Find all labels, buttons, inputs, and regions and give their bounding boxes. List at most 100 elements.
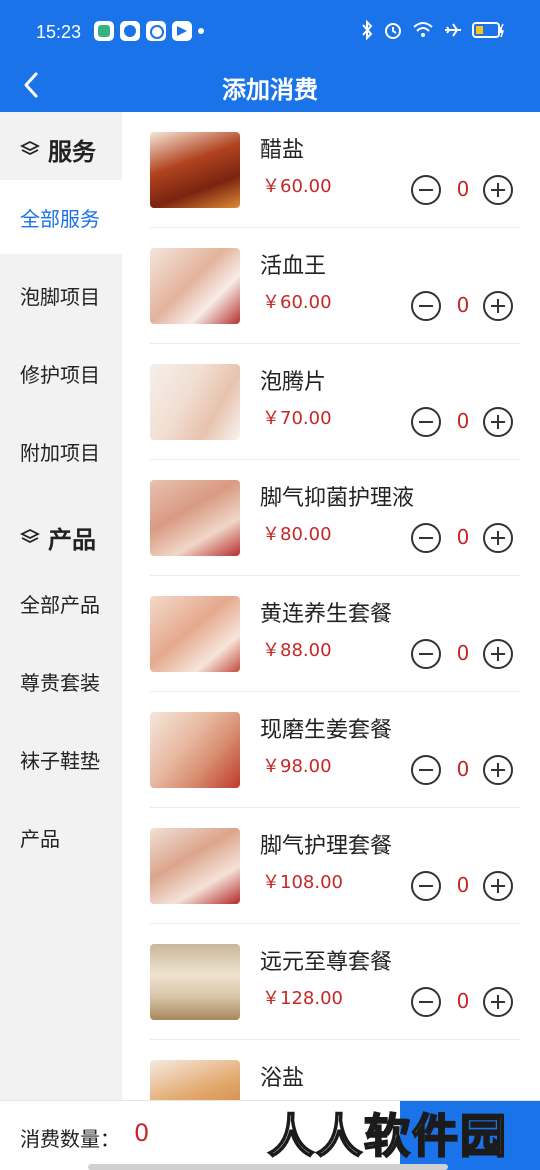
product-thumbnail: [150, 480, 240, 556]
product-price: ￥60.00: [262, 292, 332, 313]
minus-icon[interactable]: [410, 406, 442, 438]
sidebar-item-foot-soak[interactable]: 泡脚项目: [0, 258, 122, 332]
title-bar: 添加消费: [0, 64, 540, 112]
list-item: 浴盐: [122, 1040, 540, 1100]
plus-icon[interactable]: [482, 638, 514, 670]
minus-icon[interactable]: [410, 290, 442, 322]
product-price: ￥108.00: [262, 872, 343, 893]
product-list: 醋盐 ￥60.00 0 活血王 ￥60.00 0 泡腾片 ￥70.00 0 脚气…: [122, 112, 540, 1100]
plus-icon[interactable]: [482, 522, 514, 554]
quantity-stepper: 0: [410, 638, 516, 674]
minus-icon[interactable]: [410, 638, 442, 670]
product-price: ￥128.00: [262, 988, 343, 1009]
plus-icon[interactable]: [482, 174, 514, 206]
product-price: ￥98.00: [262, 756, 332, 777]
services-group-label: 服务: [48, 137, 96, 166]
product-name: 浴盐: [260, 1066, 305, 1091]
plus-icon[interactable]: [482, 754, 514, 786]
list-item: 远元至尊套餐 ￥128.00 0: [122, 924, 540, 1040]
list-item: 醋盐 ￥60.00 0: [122, 112, 540, 228]
list-item: 黄连养生套餐 ￥88.00 0: [122, 576, 540, 692]
services-group-header: 服务: [0, 112, 122, 186]
product-thumbnail: [150, 712, 240, 788]
product-name: 泡腾片: [260, 370, 327, 395]
sidebar-item-repair[interactable]: 修护项目: [0, 336, 122, 410]
bluetooth-icon: [362, 20, 373, 40]
sidebar-item-socks-insoles[interactable]: 袜子鞋垫: [0, 722, 122, 796]
list-item: 活血王 ￥60.00 0: [122, 228, 540, 344]
browser-app-icon: [120, 21, 140, 41]
product-name: 脚气护理套餐: [260, 834, 393, 859]
quantity-value: 0: [456, 757, 470, 781]
more-notifications-icon: [198, 28, 204, 34]
product-name: 现磨生姜套餐: [260, 718, 393, 743]
product-thumbnail: [150, 596, 240, 672]
home-indicator: [88, 1164, 448, 1170]
quantity-value: 0: [456, 177, 470, 201]
product-name: 醋盐: [260, 138, 305, 163]
consumption-count-label: 消费数量：: [20, 1127, 120, 1151]
quantity-value: 0: [456, 641, 470, 665]
list-item: 现磨生姜套餐 ￥98.00 0: [122, 692, 540, 808]
product-price: ￥88.00: [262, 640, 332, 661]
status-bar: 15:23: [0, 0, 540, 64]
wifi-icon: [413, 22, 433, 37]
consumption-count-value: 0: [134, 1119, 150, 1147]
quantity-stepper: 0: [410, 754, 516, 790]
quantity-stepper: 0: [410, 986, 516, 1022]
minus-icon[interactable]: [410, 870, 442, 902]
product-thumbnail: [150, 1060, 240, 1100]
list-item: 脚气护理套餐 ￥108.00 0: [122, 808, 540, 924]
minus-icon[interactable]: [410, 986, 442, 1018]
quantity-value: 0: [456, 409, 470, 433]
sidebar-item-all-services[interactable]: 全部服务: [0, 180, 122, 254]
battery-icon: [472, 22, 505, 38]
list-item: 泡腾片 ￥70.00 0: [122, 344, 540, 460]
minus-icon[interactable]: [410, 174, 442, 206]
quantity-value: 0: [456, 873, 470, 897]
sidebar-item-all-products[interactable]: 全部产品: [0, 566, 122, 640]
watermark: 人人软件园: [267, 1108, 508, 1164]
plus-icon[interactable]: [482, 986, 514, 1018]
product-thumbnail: [150, 364, 240, 440]
product-name: 脚气抑菌护理液: [260, 486, 415, 511]
product-price: ￥80.00: [262, 524, 332, 545]
minus-icon[interactable]: [410, 754, 442, 786]
product-price: ￥60.00: [262, 176, 332, 197]
layers-icon: [20, 140, 40, 156]
video-app-icon: [94, 21, 114, 41]
quantity-value: 0: [456, 525, 470, 549]
product-thumbnail: [150, 944, 240, 1020]
product-thumbnail: [150, 828, 240, 904]
sidebar-item-products[interactable]: 产品: [0, 800, 122, 874]
quantity-stepper: 0: [410, 174, 516, 210]
list-item: 脚气抑菌护理液 ￥80.00 0: [122, 460, 540, 576]
page-title: 添加消费: [222, 76, 318, 104]
send-app-icon: [172, 21, 192, 41]
plus-icon[interactable]: [482, 290, 514, 322]
products-group-label: 产品: [48, 525, 96, 554]
products-group-header: 产品: [0, 500, 122, 574]
sidebar-item-addon[interactable]: 附加项目: [0, 414, 122, 488]
quantity-stepper: 0: [410, 870, 516, 906]
quantity-stepper: 0: [410, 290, 516, 326]
layers-icon: [20, 528, 40, 544]
product-price: ￥70.00: [262, 408, 332, 429]
product-thumbnail: [150, 132, 240, 208]
chat-app-icon: [146, 21, 166, 41]
minus-icon[interactable]: [410, 522, 442, 554]
quantity-value: 0: [456, 293, 470, 317]
airplane-icon: [445, 23, 461, 37]
product-name: 活血王: [260, 254, 327, 279]
sidebar-item-premium-sets[interactable]: 尊贵套装: [0, 644, 122, 718]
system-icons: [360, 20, 506, 40]
product-name: 黄连养生套餐: [260, 602, 393, 627]
plus-icon[interactable]: [482, 406, 514, 438]
product-name: 远元至尊套餐: [260, 950, 393, 975]
quantity-value: 0: [456, 989, 470, 1013]
quantity-stepper: 0: [410, 522, 516, 558]
plus-icon[interactable]: [482, 870, 514, 902]
category-sidebar: 服务 全部服务 泡脚项目 修护项目 附加项目 产品 全部产品 尊贵套装 袜子鞋垫…: [0, 112, 122, 1100]
notification-icons: [94, 21, 204, 41]
quantity-stepper: 0: [410, 406, 516, 442]
